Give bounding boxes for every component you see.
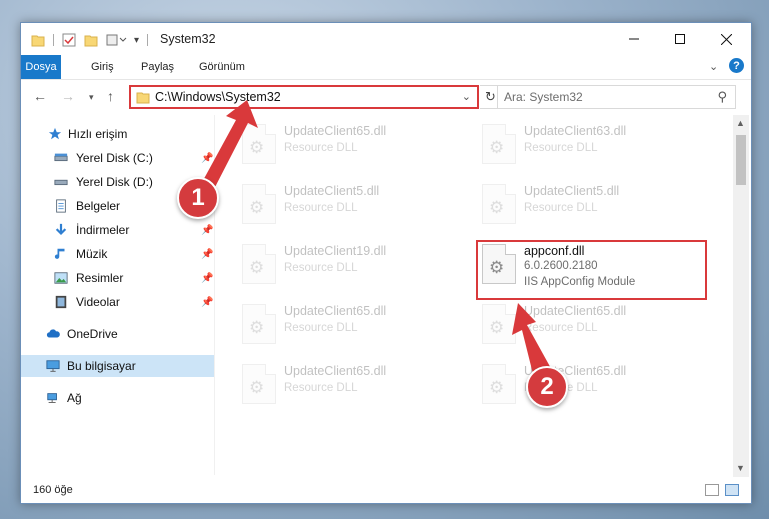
step-1-badge: 1 <box>177 177 219 219</box>
annotation-arrows <box>200 100 553 382</box>
step-2-badge: 2 <box>526 366 568 408</box>
